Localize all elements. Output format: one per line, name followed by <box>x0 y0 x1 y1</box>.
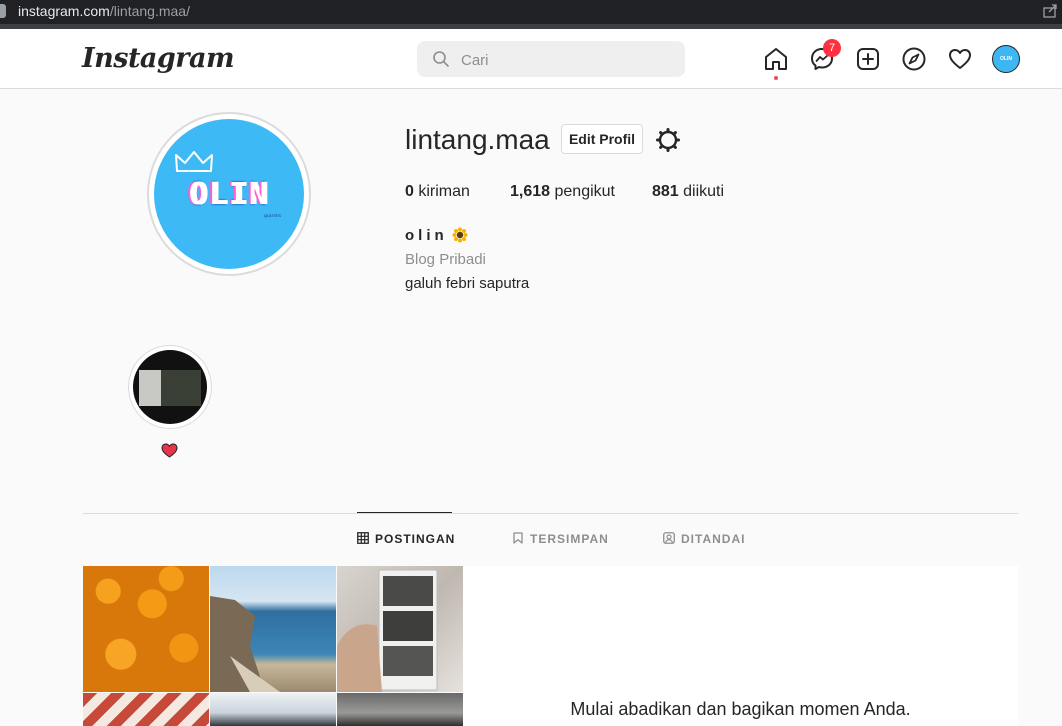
tab-label: DITANDAI <box>681 532 746 546</box>
tagged-icon <box>663 532 675 544</box>
settings-gear-icon[interactable] <box>655 127 681 153</box>
photo-tile-oranges[interactable] <box>83 566 209 692</box>
avatar-logo-subtext: QUOTES <box>264 213 281 218</box>
highlight-photo-detail <box>139 370 161 406</box>
coast-cliff-shape <box>210 596 280 692</box>
new-post-button[interactable] <box>855 46 881 72</box>
search-icon <box>433 51 449 67</box>
search-input[interactable] <box>459 49 673 71</box>
photo-tile-photobooth[interactable] <box>337 566 463 692</box>
stat-label: diikuti <box>678 183 725 200</box>
stat-label: pengikut <box>550 183 615 200</box>
avatar-mini-text: OLIN <box>1000 56 1012 62</box>
heart-emoji-icon <box>161 443 178 458</box>
profile-bio: galuh febri saputra <box>405 275 530 292</box>
lock-icon <box>0 4 6 18</box>
stat-value: 881 <box>652 183 679 200</box>
profile-username: lintang.maa <box>405 124 550 155</box>
tab-label: TERSIMPAN <box>530 532 609 546</box>
url-host: instagram.com <box>18 3 110 19</box>
home-icon <box>765 48 787 70</box>
photo-tile-5[interactable] <box>210 693 336 726</box>
search-box[interactable] <box>417 41 685 77</box>
sunflower-emoji-icon <box>452 227 468 243</box>
photostrip-shape <box>337 569 438 692</box>
profile-full-name: olin <box>405 227 448 244</box>
profile-avatar-button[interactable]: OLIN <box>992 45 1020 73</box>
grid-icon <box>357 532 369 544</box>
profile-category: Blog Pribadi <box>405 251 486 268</box>
get-started-panel: Mulai abadikan dan bagikan momen Anda. <box>463 566 1018 726</box>
stat-label: kiriman <box>413 183 470 200</box>
home-active-dot <box>774 76 778 80</box>
messenger-button[interactable]: 7 <box>809 39 841 72</box>
new-post-icon <box>857 48 879 70</box>
top-navigation: Instagram 7 <box>0 29 1062 89</box>
edit-profile-button[interactable]: Edit Profil <box>561 124 643 154</box>
avatar-image: OLIN QUOTES <box>154 119 304 269</box>
active-tab-indicator <box>357 512 452 513</box>
activity-button[interactable] <box>947 46 973 72</box>
content-divider <box>83 513 1018 514</box>
activity-heart-icon <box>949 49 971 69</box>
story-highlight[interactable] <box>128 345 212 429</box>
crown-icon <box>175 151 213 172</box>
posts-count: 0 kiriman <box>405 183 470 201</box>
followers-count[interactable]: 1,618 pengikut <box>510 183 615 201</box>
url-path: /lintang.maa/ <box>109 3 190 19</box>
stat-value: 1,618 <box>510 183 551 200</box>
bookmark-icon <box>513 532 523 544</box>
tab-posts[interactable]: POSTINGAN <box>357 532 455 546</box>
highlight-cover <box>133 350 207 424</box>
photo-tile-coast[interactable] <box>210 566 336 692</box>
tab-saved[interactable]: TERSIMPAN <box>512 532 609 546</box>
instagram-logo[interactable]: Instagram <box>82 43 235 74</box>
home-button[interactable] <box>763 46 789 80</box>
tab-label: POSTINGAN <box>375 532 456 546</box>
following-count[interactable]: 881 diikuti <box>652 183 724 201</box>
notification-badge: 7 <box>823 39 841 57</box>
tab-tagged[interactable]: DITANDAI <box>663 532 745 546</box>
photo-tile-4[interactable] <box>83 693 209 726</box>
url-text[interactable]: instagram.com/lintang.maa/ <box>18 3 190 19</box>
explore-button[interactable] <box>901 46 927 72</box>
profile-avatar[interactable]: OLIN QUOTES <box>147 112 311 276</box>
promo-heading: Mulai abadikan dan bagikan momen Anda. <box>570 699 911 719</box>
avatar-logo-text: OLIN <box>188 177 270 212</box>
browser-url-bar[interactable]: instagram.com/lintang.maa/ <box>0 0 1062 24</box>
share-icon[interactable] <box>1042 3 1058 19</box>
stat-value: 0 <box>405 183 414 200</box>
explore-icon <box>902 47 926 71</box>
photo-tile-6[interactable] <box>337 693 463 726</box>
